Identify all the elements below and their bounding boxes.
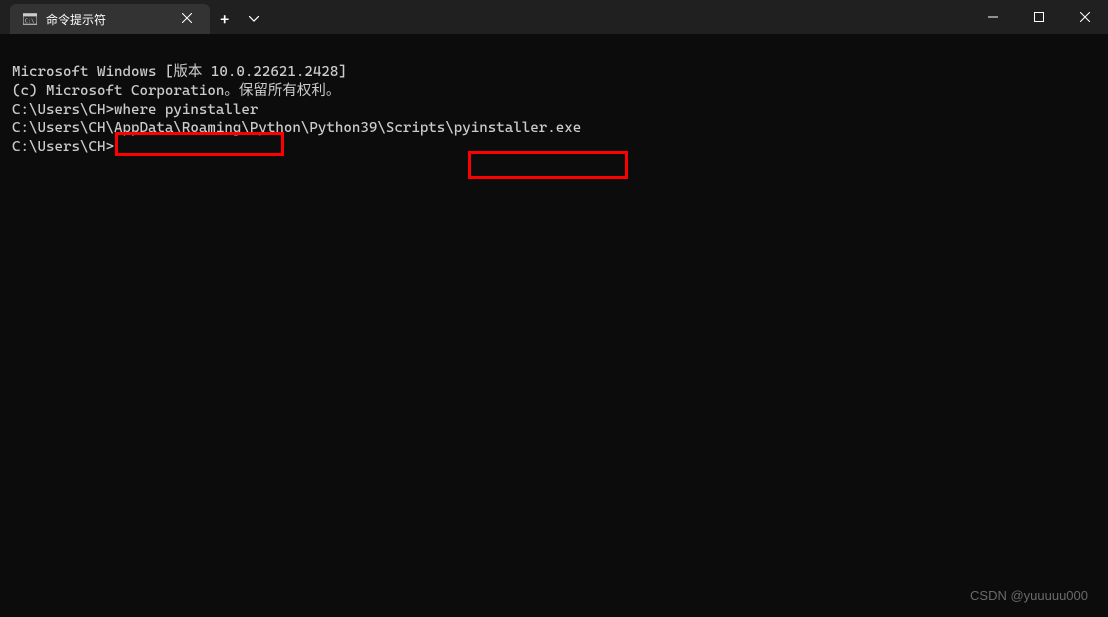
terminal-line: (c) Microsoft Corporation。保留所有权利。 <box>12 82 1096 101</box>
tab-dropdown-button[interactable] <box>239 4 269 34</box>
tab-title: 命令提示符 <box>46 11 168 28</box>
cmd-icon: C:\ <box>22 11 38 27</box>
tab-cmd[interactable]: C:\ 命令提示符 <box>10 4 210 34</box>
output-filename: \pyinstaller.exe <box>445 120 581 136</box>
close-button[interactable] <box>1062 0 1108 34</box>
terminal-line: C:\Users\CH>where pyinstaller <box>12 101 1096 120</box>
window-titlebar: C:\ 命令提示符 + <box>0 0 1108 34</box>
tabs-area: C:\ 命令提示符 + <box>0 0 269 34</box>
tab-close-button[interactable] <box>176 10 198 28</box>
terminal-content[interactable]: Microsoft Windows [版本 10.0.22621.2428](c… <box>0 34 1108 617</box>
terminal-line: C:\Users\CH\AppData\Roaming\Python\Pytho… <box>12 119 1096 138</box>
output-path-prefix: C:\Users\CH\AppData\Roaming\Python\Pytho… <box>12 120 445 136</box>
maximize-button[interactable] <box>1016 0 1062 34</box>
watermark: CSDN @yuuuuu000 <box>970 588 1088 603</box>
terminal-line: Microsoft Windows [版本 10.0.22621.2428] <box>12 63 1096 82</box>
command-text: where pyinstaller <box>114 102 258 118</box>
window-controls <box>970 0 1108 34</box>
prompt: C:\Users\CH> <box>12 102 114 118</box>
terminal-line: C:\Users\CH> <box>12 138 1096 157</box>
svg-text:C:\: C:\ <box>25 19 34 25</box>
new-tab-button[interactable]: + <box>210 4 239 34</box>
minimize-button[interactable] <box>970 0 1016 34</box>
